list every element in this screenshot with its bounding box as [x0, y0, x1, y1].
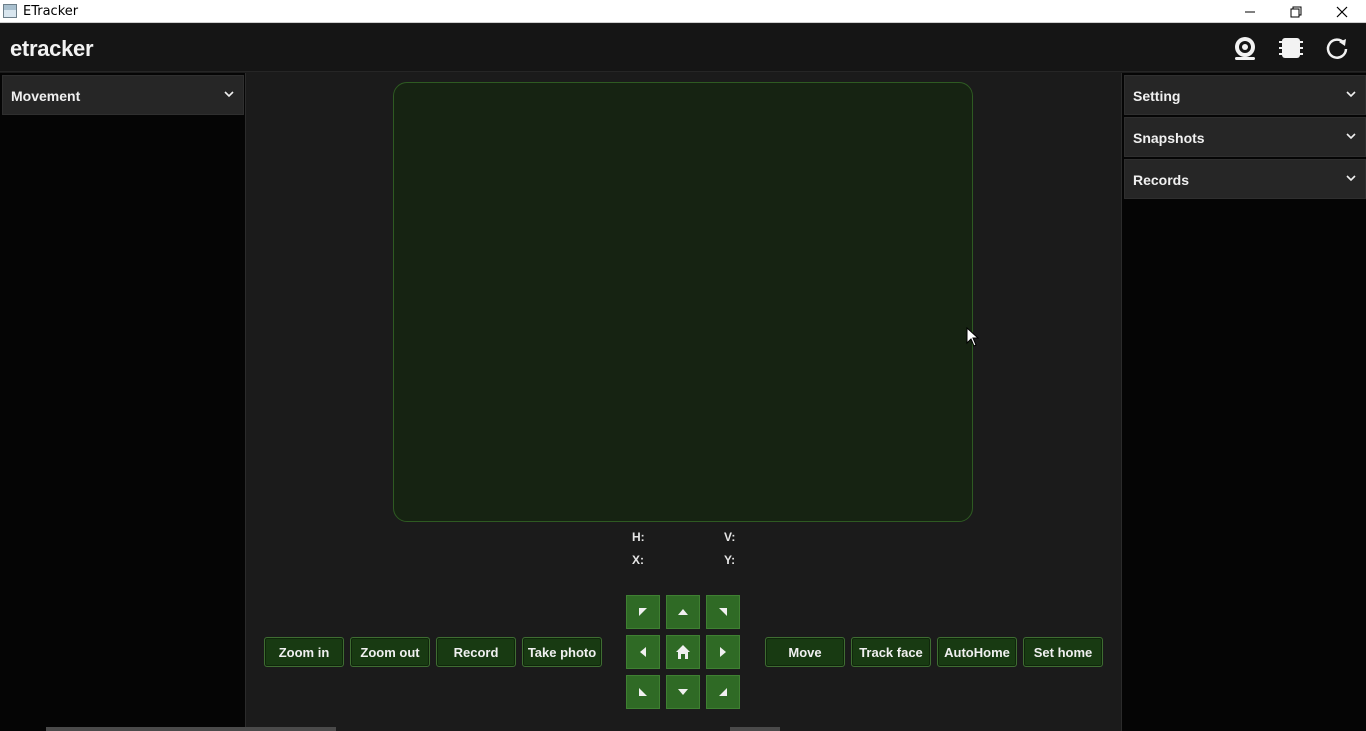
app-logo: etracker — [10, 36, 94, 61]
main-area: H: V: X: Y: Zoom in Zoom out Record Take… — [247, 73, 1120, 731]
dpad-down-right-button[interactable] — [706, 675, 740, 709]
records-section-header[interactable]: Records — [1124, 159, 1366, 199]
track-face-button[interactable]: Track face — [851, 637, 931, 667]
dpad-down-button[interactable] — [666, 675, 700, 709]
chip-icon — [1279, 38, 1303, 58]
movement-section-label: Movement — [11, 88, 81, 104]
chevron-down-icon — [1346, 133, 1356, 140]
take-photo-button[interactable]: Take photo — [522, 637, 602, 667]
arrow-left-icon — [640, 647, 646, 657]
home-icon — [676, 645, 690, 659]
chip-button[interactable] — [1273, 32, 1309, 64]
autohome-button[interactable]: AutoHome — [937, 637, 1017, 667]
arrow-down-left-icon — [639, 688, 647, 696]
set-home-button[interactable]: Set home — [1023, 637, 1103, 667]
right-panel: Setting Snapshots Records — [1121, 73, 1366, 731]
close-icon — [1336, 6, 1348, 17]
v-readout-label: V: — [724, 530, 736, 544]
dpad-left-button[interactable] — [626, 635, 660, 669]
records-section-label: Records — [1133, 172, 1190, 188]
dpad-up-left-button[interactable] — [626, 595, 660, 629]
arrow-up-icon — [678, 609, 688, 615]
chevron-down-icon — [1346, 175, 1356, 182]
zoom-out-button[interactable]: Zoom out — [350, 637, 430, 667]
arrow-up-right-icon — [719, 608, 727, 616]
y-readout-label: Y: — [724, 553, 736, 567]
setting-section-header[interactable]: Setting — [1124, 75, 1366, 115]
h-readout-label: H: — [632, 530, 645, 544]
dpad-up-right-button[interactable] — [706, 595, 740, 629]
chevron-down-icon — [224, 91, 234, 98]
close-button[interactable] — [1319, 0, 1365, 23]
left-panel: Movement — [0, 73, 246, 731]
webcam-button[interactable] — [1227, 32, 1263, 64]
restore-icon — [1290, 6, 1302, 17]
move-button[interactable]: Move — [765, 637, 845, 667]
app-icon — [3, 4, 17, 18]
zoom-in-button[interactable]: Zoom in — [264, 637, 344, 667]
dpad-up-button[interactable] — [666, 595, 700, 629]
setting-section-label: Setting — [1133, 88, 1181, 104]
refresh-button[interactable] — [1319, 32, 1355, 64]
window-title: ETracker — [23, 4, 79, 19]
x-readout-label: X: — [632, 553, 644, 567]
chevron-down-icon — [1346, 91, 1356, 98]
horizontal-scrollbar[interactable] — [46, 727, 336, 731]
snapshots-section-header[interactable]: Snapshots — [1124, 117, 1366, 157]
restore-button[interactable] — [1273, 0, 1319, 23]
dpad-down-left-button[interactable] — [626, 675, 660, 709]
arrow-down-right-icon — [719, 688, 727, 696]
minimize-button[interactable] — [1227, 0, 1273, 23]
arrow-down-icon — [678, 689, 688, 695]
arrow-up-left-icon — [639, 608, 647, 616]
refresh-icon — [1326, 38, 1348, 59]
snapshots-section-label: Snapshots — [1133, 130, 1205, 146]
minimize-icon — [1245, 11, 1255, 12]
mouse-cursor-icon — [966, 327, 980, 347]
arrow-right-icon — [720, 647, 726, 657]
video-preview[interactable] — [393, 82, 973, 522]
record-button[interactable]: Record — [436, 637, 516, 667]
webcam-icon — [1235, 37, 1255, 60]
horizontal-scrollbar-thumb[interactable] — [730, 727, 780, 731]
window-titlebar: ETracker — [0, 0, 1366, 23]
dpad-right-button[interactable] — [706, 635, 740, 669]
app-header: etracker — [0, 24, 1366, 72]
movement-section-header[interactable]: Movement — [2, 75, 244, 115]
dpad-home-button[interactable] — [666, 635, 700, 669]
